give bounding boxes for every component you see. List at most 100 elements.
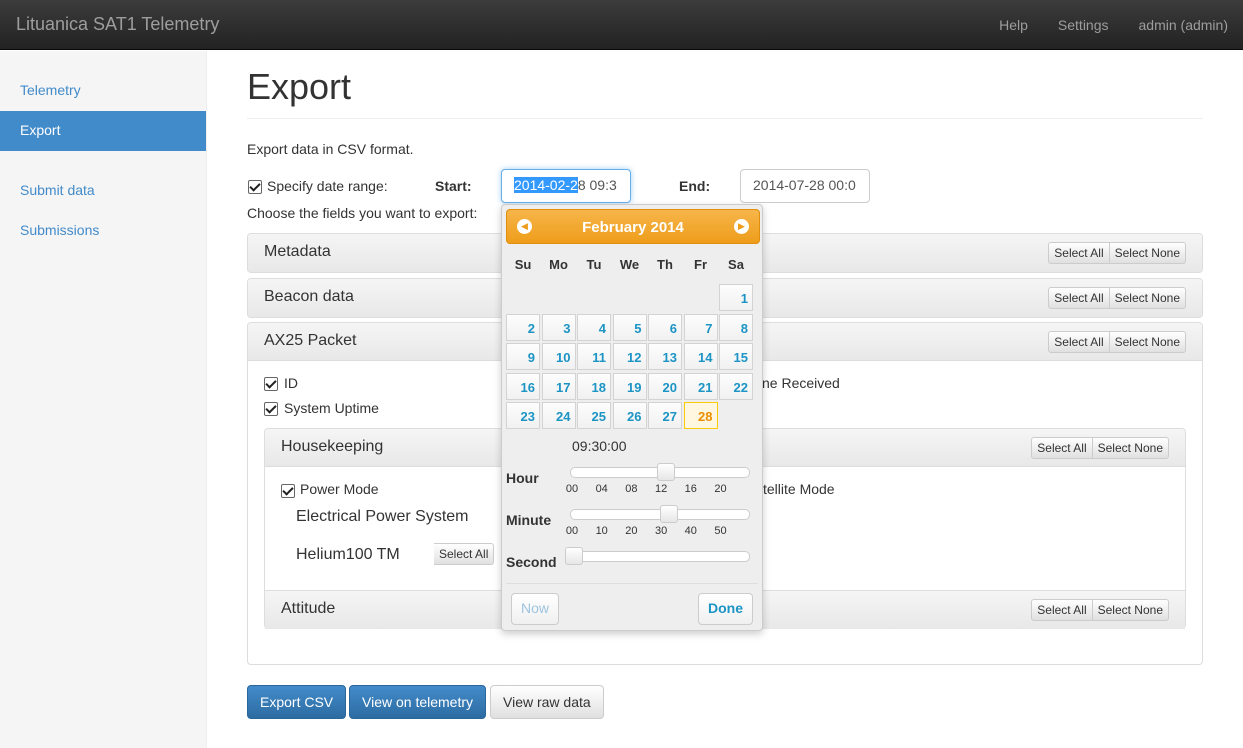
slider-tick-label: 08 <box>625 483 638 495</box>
calendar-day[interactable]: 22 <box>719 372 753 400</box>
system-uptime-checkbox[interactable] <box>264 402 278 416</box>
end-label: End: <box>679 178 711 194</box>
calendar-day[interactable]: 7 <box>683 313 718 341</box>
calendar-day[interactable]: 24 <box>541 402 576 429</box>
app-brand[interactable]: Lituanica SAT1 Telemetry <box>16 14 219 35</box>
help-link[interactable]: Help <box>999 17 1028 33</box>
start-date-selected-text: 2014-02-2 <box>514 177 578 193</box>
datepicker-header: ◀ February 2014 ▶ <box>506 209 760 244</box>
id-field-label: ID <box>284 375 298 391</box>
beacon-select-group: Select All Select None <box>1048 287 1186 309</box>
weekday-sa: Sa <box>728 257 744 272</box>
slider-tick-label: 40 <box>684 525 697 537</box>
attitude-select-all-button[interactable]: Select All <box>1031 599 1093 621</box>
title-divider <box>247 118 1203 119</box>
calendar-day[interactable]: 9 <box>506 343 540 370</box>
ax25-select-all-button[interactable]: Select All <box>1048 331 1110 353</box>
time-received-label: ne Received <box>762 375 840 391</box>
export-csv-button[interactable]: Export CSV <box>247 685 347 719</box>
calendar-day[interactable]: 14 <box>683 343 718 370</box>
minute-slider[interactable] <box>570 505 750 523</box>
satellite-mode-label: tellite Mode <box>763 481 835 497</box>
date-range-checkbox[interactable] <box>248 180 262 194</box>
beacon-select-none-button[interactable]: Select None <box>1109 287 1186 309</box>
calendar-day[interactable]: 23 <box>506 402 540 429</box>
helium-select-group: Select All <box>434 543 495 565</box>
calendar-day[interactable]: 8 <box>719 313 753 341</box>
next-month-icon[interactable]: ▶ <box>734 219 749 234</box>
slider-tick-label: 10 <box>595 525 608 537</box>
calendar-day[interactable]: 15 <box>719 343 753 370</box>
sidebar-item-submit-data[interactable]: Submit data <box>0 171 206 211</box>
sidebar-item-export[interactable]: Export <box>0 111 206 151</box>
navbar-links: Help Settings admin (admin) <box>999 17 1228 33</box>
id-checkbox[interactable] <box>264 377 278 391</box>
attitude-panel-title: Attitude <box>281 600 336 617</box>
now-button[interactable]: Now <box>511 593 560 625</box>
top-navbar: Lituanica SAT1 Telemetry Help Settings a… <box>0 0 1243 50</box>
end-date-input[interactable]: 2014-07-28 00:0 <box>740 169 870 203</box>
housekeeping-select-all-button[interactable]: Select All <box>1031 437 1093 459</box>
calendar-day[interactable]: 20 <box>648 372 682 400</box>
page-title: Export <box>247 66 352 107</box>
metadata-select-group: Select All Select None <box>1048 242 1186 264</box>
slider-tick-label: 50 <box>714 525 727 537</box>
system-uptime-label: System Uptime <box>284 400 379 416</box>
view-raw-data-button[interactable]: View raw data <box>490 685 604 719</box>
datepicker-footer-divider <box>506 583 758 584</box>
ax25-select-none-button[interactable]: Select None <box>1109 331 1186 353</box>
calendar-day[interactable]: 12 <box>612 343 647 370</box>
weekday-mo: Mo <box>549 257 568 272</box>
start-date-input[interactable]: 2014-02-28 09:3 <box>501 169 631 203</box>
beacon-select-all-button[interactable]: Select All <box>1048 287 1110 309</box>
calendar-day[interactable]: 17 <box>541 372 576 400</box>
settings-link[interactable]: Settings <box>1058 17 1109 33</box>
calendar-day[interactable]: 2 <box>506 313 540 341</box>
slider-tick-label: 16 <box>684 483 697 495</box>
done-button[interactable]: Done <box>698 593 753 625</box>
sidebar-item-submissions[interactable]: Submissions <box>0 211 206 251</box>
helium-select-all-button[interactable]: Select All <box>434 543 495 565</box>
weekday-fr: Fr <box>694 257 707 272</box>
calendar-day[interactable]: 11 <box>577 343 611 370</box>
calendar-day[interactable]: 21 <box>683 372 718 400</box>
calendar-day[interactable]: 19 <box>612 372 647 400</box>
calendar-day[interactable]: 28 <box>683 402 718 429</box>
calendar-day[interactable]: 5 <box>612 313 647 341</box>
calendar-day[interactable]: 16 <box>506 372 540 400</box>
sidebar: Telemetry Export Submit data Submissions <box>0 51 207 748</box>
slider-tick-label: 20 <box>625 525 638 537</box>
weekday-su: Su <box>514 257 532 272</box>
minute-slider-handle[interactable] <box>659 505 678 523</box>
housekeeping-panel-title: Housekeeping <box>281 438 384 455</box>
metadata-select-none-button[interactable]: Select None <box>1109 242 1186 264</box>
calendar-day[interactable]: 26 <box>612 402 647 429</box>
calendar-day[interactable]: 4 <box>577 313 611 341</box>
minute-label: Minute <box>506 512 552 528</box>
calendar-day[interactable]: 6 <box>648 313 682 341</box>
calendar-day[interactable]: 18 <box>577 372 611 400</box>
attitude-select-group: Select All Select None <box>1031 599 1169 621</box>
calendar-day[interactable]: 25 <box>577 402 611 429</box>
start-date-text: 8 09:3 <box>577 177 617 193</box>
second-slider[interactable] <box>565 547 750 565</box>
calendar-day[interactable]: 10 <box>541 343 576 370</box>
user-menu-link[interactable]: admin (admin) <box>1139 17 1228 33</box>
calendar-day[interactable]: 3 <box>541 313 576 341</box>
sidebar-item-telemetry[interactable]: Telemetry <box>0 71 206 111</box>
hour-slider-handle[interactable] <box>656 463 675 481</box>
metadata-select-all-button[interactable]: Select All <box>1048 242 1110 264</box>
housekeeping-select-group: Select All Select None <box>1031 437 1169 459</box>
second-slider-handle[interactable] <box>565 547 583 565</box>
datetime-picker-popup: ◀ February 2014 ▶ Su Mo Tu We Th Fr Sa 1234567… <box>501 204 763 631</box>
slider-tick-label: 00 <box>565 483 579 495</box>
calendar-day[interactable]: 27 <box>648 402 682 429</box>
power-mode-checkbox[interactable] <box>281 484 295 498</box>
attitude-select-none-button[interactable]: Select None <box>1092 599 1169 621</box>
housekeeping-select-none-button[interactable]: Select None <box>1092 437 1169 459</box>
eps-heading: Electrical Power System <box>296 508 469 525</box>
view-on-telemetry-button[interactable]: View on telemetry <box>349 685 487 719</box>
hour-slider[interactable] <box>570 463 750 481</box>
calendar-day[interactable]: 1 <box>719 284 753 311</box>
calendar-day[interactable]: 13 <box>648 343 682 370</box>
